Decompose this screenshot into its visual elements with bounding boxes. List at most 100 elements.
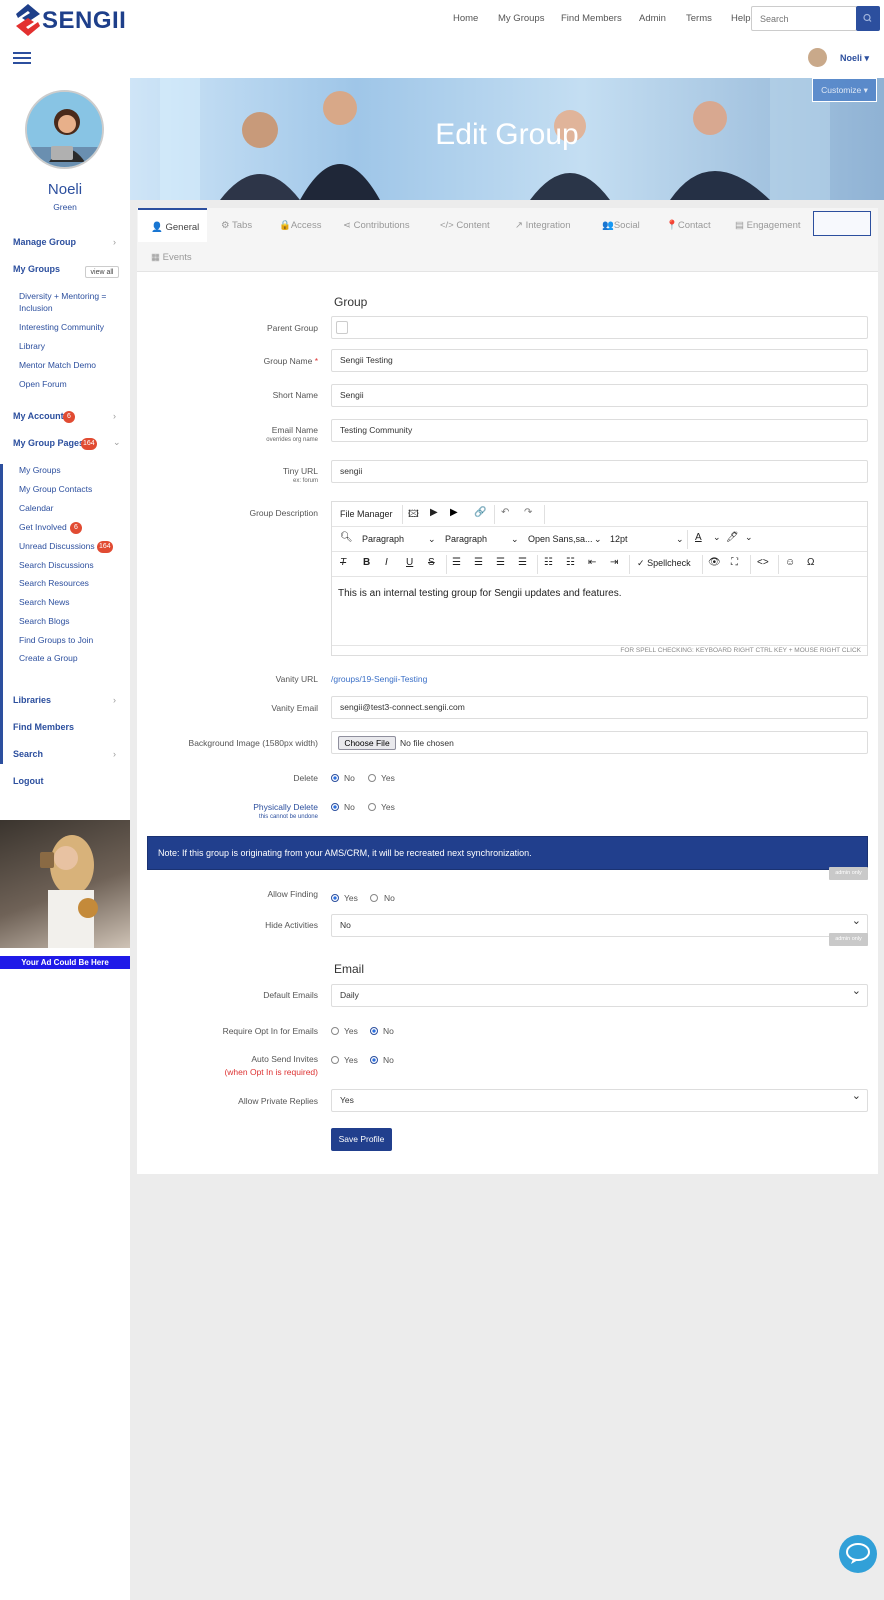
phys-delete-yes-radio[interactable] bbox=[368, 803, 376, 811]
tab-action-button[interactable] bbox=[813, 211, 871, 236]
sidebar-page-link[interactable]: My Group Contacts bbox=[19, 484, 92, 494]
outdent-icon[interactable]: ⇤ bbox=[588, 557, 596, 568]
search-button[interactable] bbox=[856, 6, 880, 31]
numbered-list-icon[interactable]: ☷ bbox=[566, 557, 575, 568]
media-icon[interactable]: ▶ bbox=[430, 507, 438, 518]
sidebar-page-link[interactable]: Create a Group bbox=[19, 653, 78, 663]
chevron-down-icon[interactable]: ⌄ bbox=[745, 532, 753, 543]
text-color-icon[interactable]: A bbox=[695, 532, 702, 543]
auto-send-yes-radio[interactable] bbox=[331, 1056, 339, 1064]
tab-social[interactable]: 👥Social bbox=[602, 220, 640, 231]
spellcheck-button[interactable]: ✓ Spellcheck bbox=[637, 558, 691, 569]
strikethrough-icon[interactable]: S bbox=[428, 557, 435, 568]
tab-events[interactable]: ▦ Events bbox=[151, 252, 192, 263]
sidebar-page-link[interactable]: Unread Discussions bbox=[19, 541, 95, 551]
nav-terms[interactable]: Terms bbox=[686, 13, 712, 24]
undo-icon[interactable]: ↶ bbox=[501, 507, 509, 518]
indent-icon[interactable]: ⇥ bbox=[610, 557, 618, 568]
chevron-down-icon[interactable]: ⌄ bbox=[713, 532, 721, 543]
tiny-url-input[interactable]: sengii bbox=[331, 460, 868, 483]
allow-finding-no-radio[interactable] bbox=[370, 894, 378, 902]
profile-avatar[interactable] bbox=[25, 90, 104, 169]
search-input[interactable] bbox=[751, 6, 857, 31]
align-right-icon[interactable]: ☰ bbox=[496, 557, 505, 568]
delete-no-radio[interactable] bbox=[331, 774, 339, 782]
sidebar-page-link[interactable]: Search Resources bbox=[19, 578, 89, 588]
nav-help[interactable]: Help bbox=[731, 13, 751, 24]
sidebar-my-group-pages[interactable]: My Group Pages bbox=[13, 438, 84, 448]
tab-contact[interactable]: 📍Contact bbox=[666, 220, 711, 231]
chat-bubble-button[interactable] bbox=[839, 1535, 877, 1573]
user-avatar[interactable] bbox=[808, 48, 827, 67]
font-select[interactable]: Open Sans,sa... ⌄ bbox=[528, 534, 602, 544]
view-all-button[interactable]: view all bbox=[85, 266, 119, 278]
customize-button[interactable]: Customize ▾ bbox=[812, 78, 877, 102]
sidebar-page-link[interactable]: My Groups bbox=[19, 465, 61, 475]
vanity-url-link[interactable]: /groups/19-Sengii-Testing bbox=[331, 674, 427, 684]
tab-contributions[interactable]: ⋖ Contributions bbox=[343, 220, 410, 231]
clear-format-icon[interactable]: T bbox=[340, 557, 346, 568]
private-replies-select[interactable]: Yes bbox=[331, 1086, 868, 1112]
emoji-icon[interactable]: ☺ bbox=[785, 557, 795, 568]
sidebar-manage-group[interactable]: Manage Group bbox=[13, 237, 76, 247]
find-icon[interactable]: 🔍︎ bbox=[340, 532, 353, 543]
tab-integration[interactable]: ↗ Integration bbox=[515, 220, 571, 231]
sidebar-page-link[interactable]: Find Groups to Join bbox=[19, 635, 93, 645]
hide-activities-select[interactable]: No bbox=[331, 911, 868, 937]
tab-tabs[interactable]: ⚙ Tabs bbox=[221, 220, 252, 231]
sidebar-page-link[interactable]: Search Blogs bbox=[19, 616, 70, 626]
sidebar-search[interactable]: Search bbox=[13, 749, 43, 759]
sidebar-page-link[interactable]: Get Involved bbox=[19, 522, 67, 532]
nav-home[interactable]: Home bbox=[453, 13, 478, 24]
phys-delete-no-radio[interactable] bbox=[331, 803, 339, 811]
sidebar-logout[interactable]: Logout bbox=[13, 776, 44, 786]
sidebar-group-link[interactable]: Inclusion bbox=[19, 303, 53, 313]
default-emails-select[interactable]: Daily bbox=[331, 981, 868, 1007]
email-name-input[interactable]: Testing Community bbox=[331, 419, 868, 442]
sidebar-group-link[interactable]: Open Forum bbox=[19, 379, 67, 389]
source-code-icon[interactable]: <> bbox=[757, 557, 769, 568]
nav-my-groups[interactable]: My Groups bbox=[498, 13, 544, 24]
tab-content[interactable]: </> Content bbox=[440, 220, 490, 231]
bold-icon[interactable]: B bbox=[363, 557, 370, 568]
save-profile-button[interactable]: Save Profile bbox=[331, 1128, 392, 1151]
file-manager-button[interactable]: File Manager bbox=[340, 509, 393, 519]
ad-image[interactable] bbox=[0, 820, 130, 948]
tab-engagement[interactable]: ▤ Engagement bbox=[735, 220, 801, 231]
group-name-input[interactable]: Sengii Testing bbox=[331, 349, 868, 372]
youtube-icon[interactable]: ▶ bbox=[450, 507, 458, 518]
image-icon[interactable]: 🖾 bbox=[408, 507, 419, 524]
allow-finding-yes-radio[interactable] bbox=[331, 894, 339, 902]
sidebar-my-groups[interactable]: My Groups bbox=[13, 264, 60, 274]
tab-access[interactable]: 🔒Access bbox=[279, 220, 321, 231]
sidebar-my-account[interactable]: My Account bbox=[13, 411, 64, 421]
special-char-icon[interactable]: Ω bbox=[807, 557, 814, 568]
paragraph-select-2[interactable]: Paragraph ⌄ bbox=[445, 534, 519, 544]
sidebar-page-link[interactable]: Search Discussions bbox=[19, 560, 94, 570]
italic-icon[interactable]: I bbox=[385, 557, 388, 568]
ad-caption[interactable]: Your Ad Could Be Here bbox=[0, 956, 130, 969]
logo[interactable]: SENGII bbox=[14, 2, 126, 38]
align-justify-icon[interactable]: ☰ bbox=[518, 557, 527, 568]
highlight-icon[interactable]: 🖊 bbox=[726, 532, 739, 543]
bullet-list-icon[interactable]: ☷ bbox=[544, 557, 553, 568]
align-left-icon[interactable]: ☰ bbox=[452, 557, 461, 568]
sidebar-group-link[interactable]: Diversity + Mentoring = bbox=[19, 291, 106, 301]
sidebar-page-link[interactable]: Calendar bbox=[19, 503, 54, 513]
fullscreen-icon[interactable]: ⛶ bbox=[731, 557, 738, 568]
opt-in-yes-radio[interactable] bbox=[331, 1027, 339, 1035]
link-icon[interactable]: 🔗 bbox=[474, 507, 486, 518]
preview-icon[interactable]: 👁 bbox=[708, 557, 721, 568]
editor-content[interactable]: This is an internal testing group for Se… bbox=[338, 588, 622, 599]
user-menu[interactable]: Noeli ▾ bbox=[840, 53, 869, 64]
choose-file-button[interactable]: Choose File bbox=[338, 736, 396, 750]
delete-yes-radio[interactable] bbox=[368, 774, 376, 782]
sidebar-group-link[interactable]: Mentor Match Demo bbox=[19, 360, 96, 370]
tab-general[interactable]: 👤 General bbox=[138, 208, 207, 242]
auto-send-no-radio[interactable] bbox=[370, 1056, 378, 1064]
sidebar-page-link[interactable]: Search News bbox=[19, 597, 70, 607]
paragraph-select-1[interactable]: Paragraph ⌄ bbox=[362, 534, 436, 544]
parent-group-checkbox[interactable] bbox=[336, 321, 348, 334]
sidebar-group-link[interactable]: Library bbox=[19, 341, 45, 351]
align-center-icon[interactable]: ☰ bbox=[474, 557, 483, 568]
